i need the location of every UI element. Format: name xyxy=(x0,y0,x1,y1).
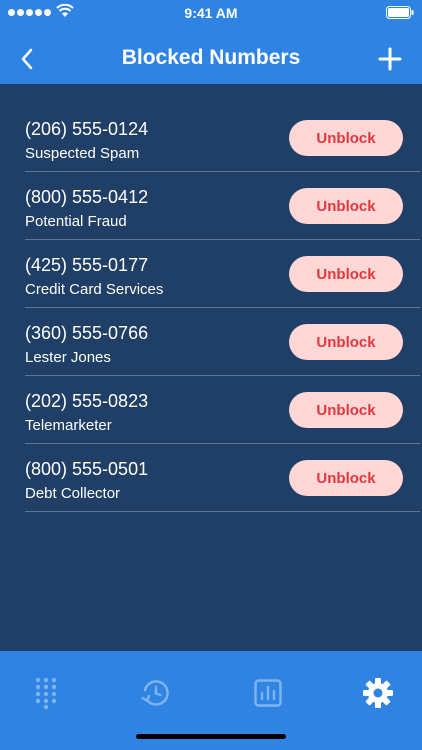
phone-number: (202) 555-0823 xyxy=(25,391,149,411)
nav-bar: Blocked Numbers xyxy=(0,36,422,82)
tab-settings[interactable] xyxy=(360,675,396,711)
keypad-icon xyxy=(35,677,57,709)
number-label: Potential Fraud xyxy=(25,213,127,230)
unblock-button[interactable]: Unblock xyxy=(289,392,403,428)
list-item: (800) 555-0501 Debt Collector Unblock xyxy=(25,444,420,512)
stats-chart-icon xyxy=(254,679,282,707)
number-label: Suspected Spam xyxy=(25,145,140,162)
list-item: (425) 555-0177 Credit Card Services Unbl… xyxy=(25,240,420,308)
phone-number: (206) 555-0124 xyxy=(25,119,149,139)
status-time: 9:41 AM xyxy=(184,5,238,21)
phone-number: (425) 555-0177 xyxy=(25,255,149,275)
battery-icon xyxy=(386,6,414,19)
tab-keypad[interactable] xyxy=(28,675,64,711)
recent-clock-icon xyxy=(141,680,169,706)
list-item: (206) 555-0124 Suspected Spam Unblock xyxy=(25,104,420,172)
tab-stats[interactable] xyxy=(250,675,286,711)
number-label: Debt Collector xyxy=(25,485,121,502)
number-label: Lester Jones xyxy=(25,349,111,366)
unblock-button[interactable]: Unblock xyxy=(289,120,403,156)
gear-icon xyxy=(363,678,393,708)
unblock-button[interactable]: Unblock xyxy=(289,460,403,496)
blocked-numbers-list: (206) 555-0124 Suspected Spam Unblock (8… xyxy=(0,104,422,512)
header: 9:41 AM Blocked Numbers xyxy=(0,0,422,84)
page-title: Blocked Numbers xyxy=(121,46,301,69)
list-item: (202) 555-0823 Telemarketer Unblock xyxy=(25,376,420,444)
phone-number: (360) 555-0766 xyxy=(25,323,149,343)
unblock-button[interactable]: Unblock xyxy=(289,256,403,292)
home-indicator xyxy=(136,734,286,739)
add-number-button[interactable] xyxy=(378,47,402,71)
list-item: (360) 555-0766 Lester Jones Unblock xyxy=(25,308,420,376)
unblock-button[interactable]: Unblock xyxy=(289,188,403,224)
list-item: (800) 555-0412 Potential Fraud Unblock xyxy=(25,172,420,240)
unblock-button[interactable]: Unblock xyxy=(289,324,403,360)
status-bar: 9:41 AM xyxy=(0,0,422,26)
phone-number: (800) 555-0412 xyxy=(25,187,149,207)
number-label: Credit Card Services xyxy=(25,281,164,298)
number-label: Telemarketer xyxy=(25,417,112,434)
tab-recents[interactable] xyxy=(138,675,174,711)
plus-icon xyxy=(378,47,402,71)
phone-number: (800) 555-0501 xyxy=(25,459,149,479)
